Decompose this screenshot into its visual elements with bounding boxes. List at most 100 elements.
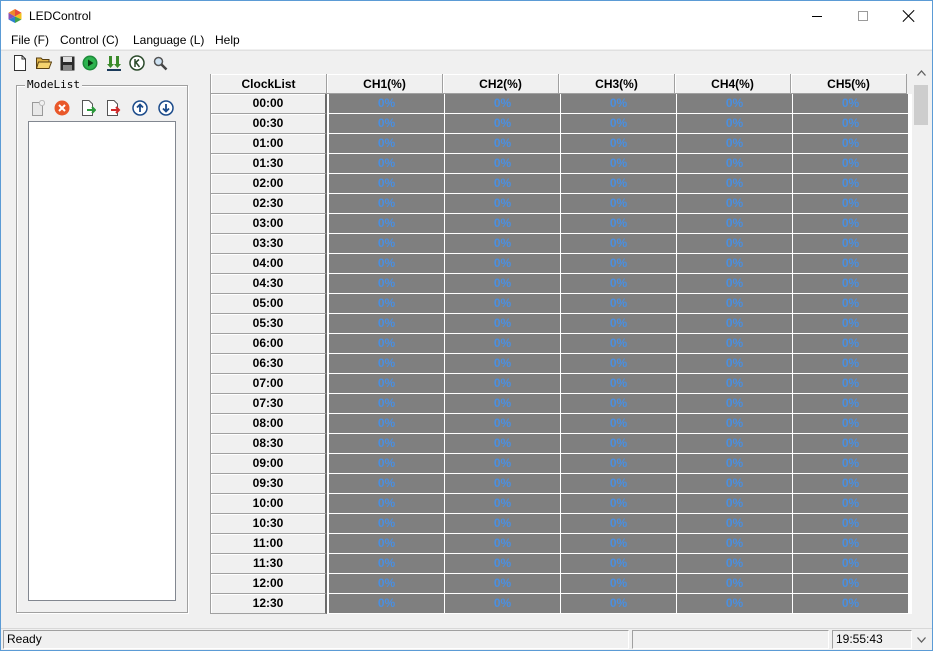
channel-cell-ch1[interactable]: 0% [329,274,445,294]
channel-cell-ch4[interactable]: 0% [677,114,793,134]
channel-cell-ch5[interactable]: 0% [793,114,909,134]
channel-cell-ch4[interactable]: 0% [677,354,793,374]
time-cell[interactable]: 11:30 [211,554,327,574]
time-cell[interactable]: 11:00 [211,534,327,554]
channel-cell-ch1[interactable]: 0% [329,454,445,474]
channel-cell-ch1[interactable]: 0% [329,514,445,534]
channel-cell-ch2[interactable]: 0% [445,134,561,154]
channel-cell-ch3[interactable]: 0% [561,554,677,574]
channel-cell-ch1[interactable]: 0% [329,494,445,514]
channel-cell-ch2[interactable]: 0% [445,194,561,214]
channel-cell-ch5[interactable]: 0% [793,234,909,254]
channel-cell-ch1[interactable]: 0% [329,234,445,254]
channel-cell-ch4[interactable]: 0% [677,574,793,594]
channel-cell-ch3[interactable]: 0% [561,354,677,374]
move-down-button[interactable] [157,99,175,117]
channel-cell-ch4[interactable]: 0% [677,314,793,334]
channel-cell-ch4[interactable]: 0% [677,474,793,494]
channel-cell-ch4[interactable]: 0% [677,594,793,614]
time-cell[interactable]: 12:00 [211,574,327,594]
clock-button[interactable] [128,54,146,72]
channel-cell-ch1[interactable]: 0% [329,594,445,614]
channel-cell-ch5[interactable]: 0% [793,134,909,154]
channel-cell-ch4[interactable]: 0% [677,434,793,454]
channel-cell-ch2[interactable]: 0% [445,574,561,594]
channel-cell-ch2[interactable]: 0% [445,374,561,394]
channel-cell-ch3[interactable]: 0% [561,334,677,354]
close-button[interactable] [886,1,932,31]
channel-cell-ch2[interactable]: 0% [445,554,561,574]
channel-cell-ch3[interactable]: 0% [561,514,677,534]
channel-cell-ch5[interactable]: 0% [793,154,909,174]
channel-cell-ch3[interactable]: 0% [561,254,677,274]
channel-cell-ch4[interactable]: 0% [677,94,793,114]
channel-cell-ch2[interactable]: 0% [445,394,561,414]
channel-cell-ch2[interactable]: 0% [445,314,561,334]
channel-cell-ch4[interactable]: 0% [677,134,793,154]
channel-cell-ch2[interactable]: 0% [445,214,561,234]
channel-cell-ch4[interactable]: 0% [677,154,793,174]
channel-cell-ch4[interactable]: 0% [677,254,793,274]
open-folder-button[interactable] [35,54,53,72]
download-button[interactable] [105,54,123,72]
channel-cell-ch5[interactable]: 0% [793,514,909,534]
channel-cell-ch5[interactable]: 0% [793,274,909,294]
delete-mode-button[interactable] [53,99,71,117]
channel-cell-ch3[interactable]: 0% [561,214,677,234]
scroll-thumb[interactable] [914,85,928,125]
save-button[interactable] [58,54,76,72]
time-cell[interactable]: 06:30 [211,354,327,374]
channel-cell-ch1[interactable]: 0% [329,334,445,354]
run-button[interactable] [81,54,99,72]
channel-cell-ch2[interactable]: 0% [445,434,561,454]
channel-cell-ch3[interactable]: 0% [561,154,677,174]
channel-cell-ch5[interactable]: 0% [793,254,909,274]
channel-cell-ch3[interactable]: 0% [561,534,677,554]
channel-cell-ch1[interactable]: 0% [329,194,445,214]
channel-cell-ch2[interactable]: 0% [445,274,561,294]
time-cell[interactable]: 08:00 [211,414,327,434]
channel-cell-ch3[interactable]: 0% [561,454,677,474]
move-up-button[interactable] [131,99,149,117]
channel-cell-ch1[interactable]: 0% [329,134,445,154]
channel-cell-ch1[interactable]: 0% [329,174,445,194]
channel-cell-ch2[interactable]: 0% [445,294,561,314]
channel-cell-ch5[interactable]: 0% [793,594,909,614]
channel-cell-ch5[interactable]: 0% [793,334,909,354]
time-cell[interactable]: 12:30 [211,594,327,614]
header-ch3[interactable]: CH3(%) [559,74,675,94]
time-cell[interactable]: 09:00 [211,454,327,474]
modelist-listbox[interactable] [28,121,176,601]
time-cell[interactable]: 02:30 [211,194,327,214]
menu-control[interactable]: Control (C) [58,32,121,48]
title-bar[interactable]: LEDControl [1,1,932,31]
channel-cell-ch1[interactable]: 0% [329,314,445,334]
channel-cell-ch1[interactable]: 0% [329,554,445,574]
time-cell[interactable]: 02:00 [211,174,327,194]
time-cell[interactable]: 07:30 [211,394,327,414]
channel-cell-ch3[interactable]: 0% [561,114,677,134]
channel-cell-ch5[interactable]: 0% [793,94,909,114]
time-cell[interactable]: 06:00 [211,334,327,354]
time-cell[interactable]: 01:00 [211,134,327,154]
channel-cell-ch1[interactable]: 0% [329,534,445,554]
channel-cell-ch1[interactable]: 0% [329,414,445,434]
channel-cell-ch1[interactable]: 0% [329,214,445,234]
channel-cell-ch3[interactable]: 0% [561,194,677,214]
time-cell[interactable]: 10:00 [211,494,327,514]
channel-cell-ch4[interactable]: 0% [677,174,793,194]
menu-help[interactable]: Help [213,32,242,48]
channel-cell-ch2[interactable]: 0% [445,494,561,514]
menu-file[interactable]: File (F) [9,32,51,48]
channel-cell-ch2[interactable]: 0% [445,594,561,614]
channel-cell-ch5[interactable]: 0% [793,574,909,594]
channel-cell-ch3[interactable]: 0% [561,234,677,254]
time-cell[interactable]: 07:00 [211,374,327,394]
time-cell[interactable]: 10:30 [211,514,327,534]
channel-cell-ch3[interactable]: 0% [561,274,677,294]
time-cell[interactable]: 09:30 [211,474,327,494]
vertical-scrollbar[interactable] [912,64,930,628]
new-file-button[interactable] [11,54,29,72]
new-mode-button[interactable] [28,99,46,117]
channel-cell-ch3[interactable]: 0% [561,414,677,434]
